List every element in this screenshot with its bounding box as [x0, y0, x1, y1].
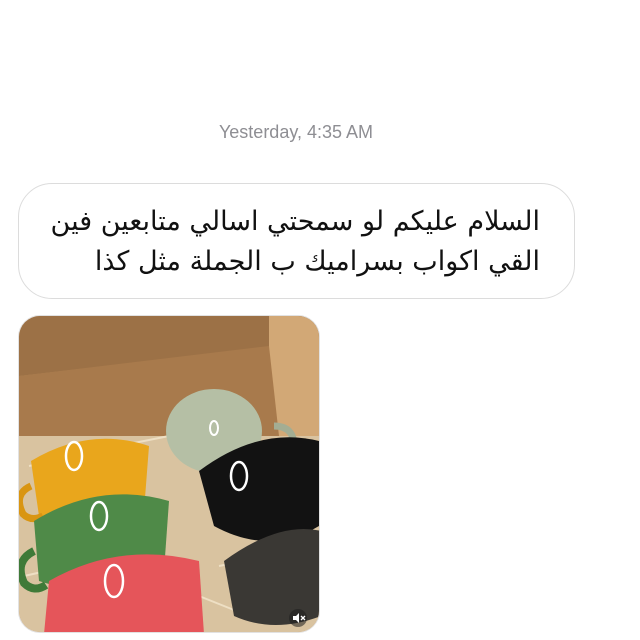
message-bubble[interactable]: السلام عليكم لو سمحتي اسالي متابعين فين … [18, 183, 575, 299]
video-attachment[interactable] [18, 315, 320, 633]
message-timestamp: Yesterday, 4:35 AM [218, 122, 374, 142]
cups-in-box-image [19, 316, 319, 632]
message-text-line-1: السلام عليكم لو سمحتي اسالي متابعين فين [50, 206, 540, 237]
mute-icon[interactable] [289, 609, 307, 627]
message-text-line-2: القي اكواب بسراميك ب الجملة مثل كذا [94, 246, 540, 277]
